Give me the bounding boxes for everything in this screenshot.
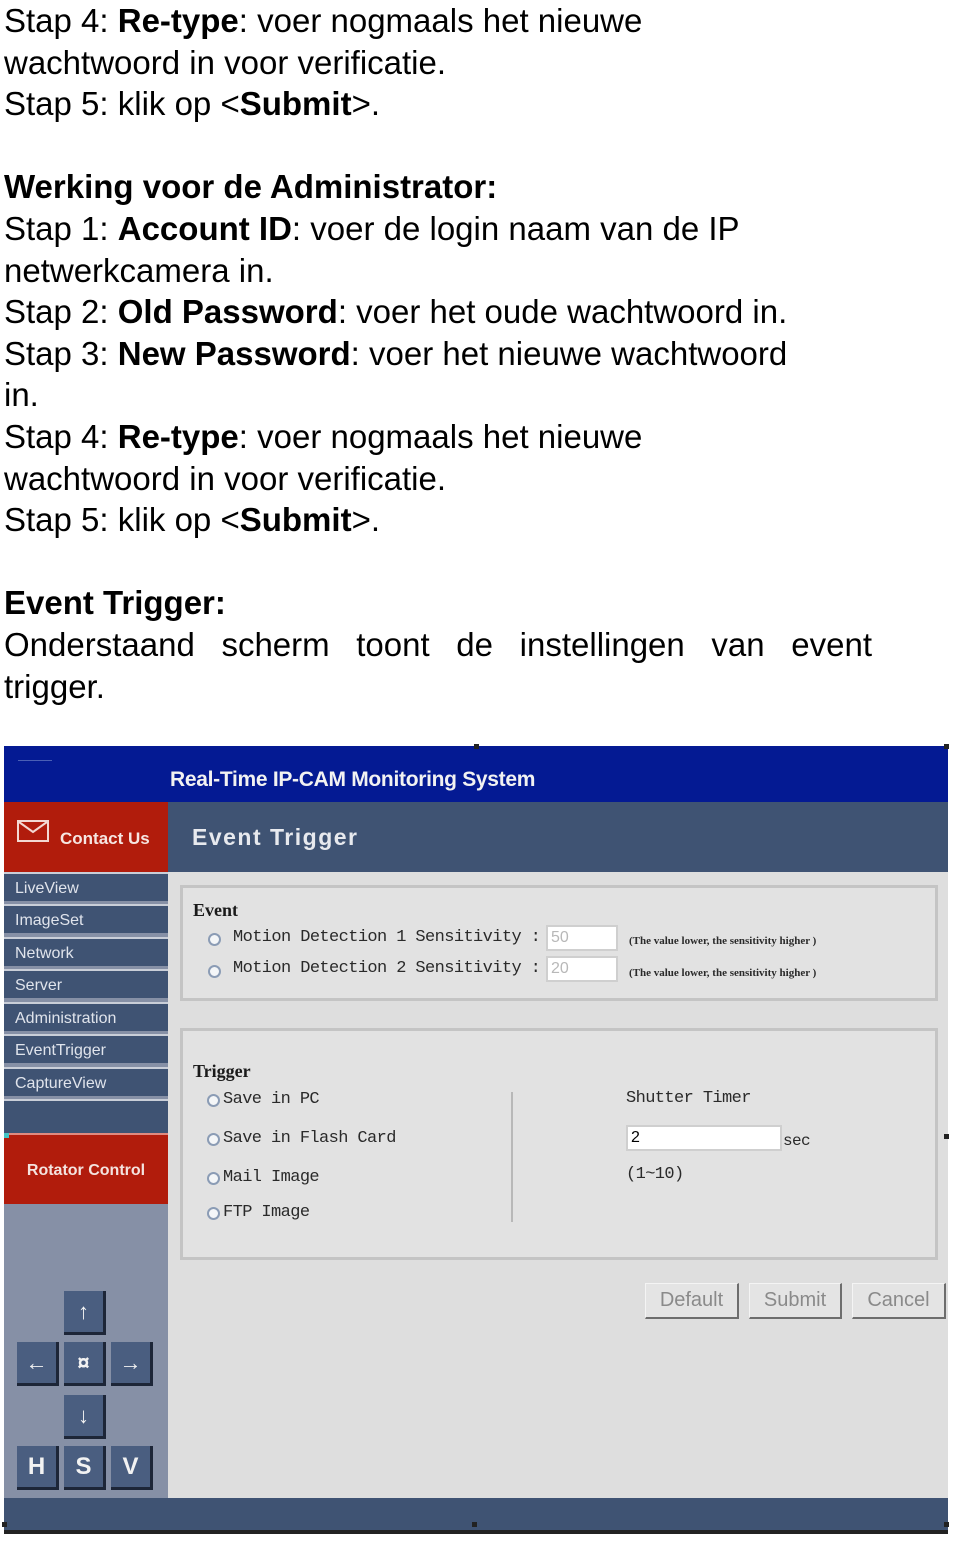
ftp-image-label: FTP Image [223,1203,310,1222]
motion-detection-2-hint: (The value lower, the sensitivity higher… [629,967,817,979]
section-heading-event-trigger: Event Trigger: [4,584,226,622]
mail-image-label: Mail Image [223,1168,320,1187]
mail-image-radio[interactable] [207,1172,220,1185]
shutter-timer-label: Shutter Timer [626,1089,751,1108]
doc-line: wachtwoord in voor verificatie. [4,459,447,497]
trigger-divider [511,1092,513,1222]
ipcam-screenshot: Real-Time IP-CAM Monitoring System Conta… [2,744,949,1534]
section-heading-admin: Werking voor de Administrator: [4,168,498,206]
save-in-flash-card-label: Save in Flash Card [223,1129,396,1148]
ptz-right-button[interactable]: → [111,1342,153,1386]
trigger-panel-title: Trigger [193,1061,251,1081]
event-panel-title: Event [193,900,238,920]
doc-line: Stap 4: Re-type: voer nogmaals het nieuw… [4,417,643,455]
ptz-center-button[interactable]: ¤ [64,1342,106,1386]
motion-detection-2-input[interactable]: 20 [546,956,618,982]
motion-detection-1-radio[interactable] [208,933,221,946]
sidebar-item-imageset[interactable]: ImageSet [4,904,168,933]
rotator-control-label: Rotator Control [26,1162,146,1179]
document-body: Stap 4: Re-type: voer nogmaals het nieuw… [4,0,904,707]
page-header: Event Trigger [168,802,948,872]
sidebar-item-server[interactable]: Server [4,969,168,998]
save-in-pc-label: Save in PC [223,1090,320,1109]
ptz-v-button[interactable]: V [111,1446,153,1490]
doc-line: Stap 3: New Password: voer het nieuwe wa… [4,334,788,372]
contact-us-button[interactable]: Contact Us [4,802,168,872]
ptz-left-button[interactable]: ← [17,1342,59,1386]
arrow-left-icon: ← [25,1349,48,1375]
sidebar-item-liveview[interactable]: LiveView [4,872,168,901]
arrow-up-icon: ↑ [78,1298,89,1324]
ptz-down-button[interactable]: ↓ [64,1395,106,1439]
submit-button[interactable]: Submit [749,1283,842,1319]
center-home-icon: ¤ [77,1349,90,1375]
sidebar-item-eventtrigger[interactable]: EventTrigger [4,1034,168,1063]
default-button[interactable]: Default [645,1283,739,1319]
motion-detection-1-label: Motion Detection 1 Sensitivity : [233,928,541,947]
shutter-timer-unit: sec [783,1132,811,1150]
ptz-h-button[interactable]: H [17,1446,59,1490]
contact-us-label: Contact Us [60,829,150,848]
save-in-flash-card-radio[interactable] [207,1133,220,1146]
doc-line: Stap 1: Account ID: voer de login naam v… [4,209,740,247]
doc-line: Stap 5: klik op <Submit>. [4,501,381,539]
sidebar-item-captureview[interactable]: CaptureView [4,1067,168,1096]
ptz-up-button[interactable]: ↑ [64,1291,106,1335]
sidebar: LiveView ImageSet Network Server Adminis… [4,872,168,1500]
save-in-pc-radio[interactable] [207,1094,220,1107]
page-title: Event Trigger [192,824,359,850]
motion-detection-1-hint: (The value lower, the sensitivity higher… [629,935,817,947]
doc-line: in. [4,376,39,414]
motion-detection-2-label: Motion Detection 2 Sensitivity : [233,959,541,978]
doc-line: Stap 2: Old Password: voer het oude wach… [4,293,788,331]
arrow-down-icon: ↓ [78,1402,89,1428]
ptz-s-label: S [75,1452,92,1480]
doc-line: wachtwoord in voor verificatie. [4,43,447,81]
app-title: Real-Time IP-CAM Monitoring System [170,768,536,791]
doc-line: netwerkcamera in. [4,251,274,289]
sidebar-item-administration[interactable]: Administration [4,1002,168,1031]
rotator-control-header: Rotator Control [4,1133,168,1204]
doc-line: Stap 4: Re-type: voer nogmaals het nieuw… [4,2,643,39]
envelope-icon [17,820,49,842]
app-header: Real-Time IP-CAM Monitoring System [4,746,948,802]
sidebar-item-network[interactable]: Network [4,937,168,966]
event-description: Onderstaand scherm toont de instellingen… [4,625,872,705]
motion-detection-1-input[interactable]: 50 [546,925,618,951]
main-content: Event Motion Detection 1 Sensitivity : 5… [168,872,948,1500]
shutter-timer-input[interactable]: 2 [626,1125,782,1151]
ptz-h-label: H [27,1452,46,1480]
motion-detection-2-radio[interactable] [208,965,221,978]
ptz-v-label: V [122,1452,139,1480]
trigger-panel: Trigger Save in PC Save in Flash Card Ma… [180,1028,938,1260]
shutter-timer-range: (1~10) [626,1165,684,1184]
ptz-s-button[interactable]: S [64,1446,106,1490]
doc-line: Stap 5: klik op <Submit>. [4,85,381,123]
ftp-image-radio[interactable] [207,1207,220,1220]
arrow-right-icon: → [119,1349,142,1375]
event-panel: Event Motion Detection 1 Sensitivity : 5… [180,885,938,1001]
cancel-button[interactable]: Cancel [852,1283,946,1319]
sidebar-item-blank [4,1099,168,1133]
